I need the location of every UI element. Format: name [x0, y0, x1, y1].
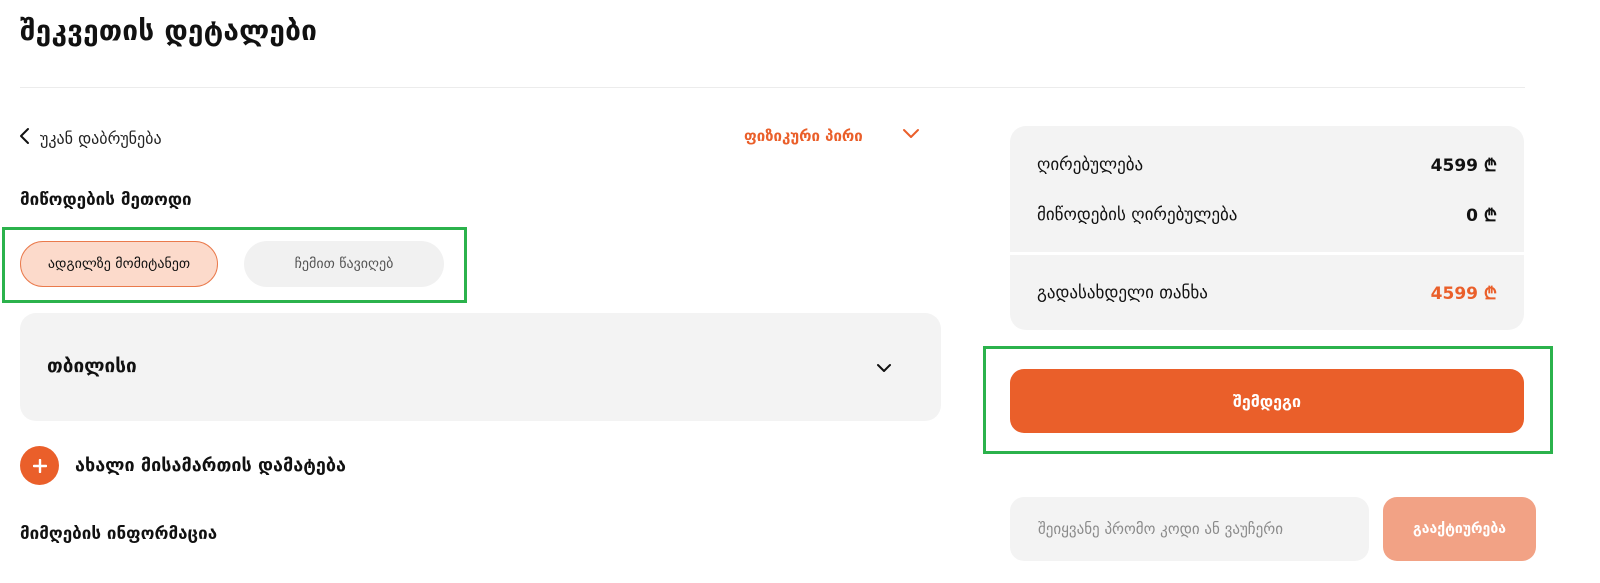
- total-label: გადასახდელი თანხა: [1037, 282, 1208, 303]
- total-value: 4599 ₾: [1430, 284, 1497, 304]
- add-address-label: ახალი მისამართის დამატება: [75, 455, 346, 476]
- back-link[interactable]: უკან დაბრუნება: [18, 127, 162, 149]
- back-link-label: უკან დაბრუნება: [40, 128, 162, 148]
- price-row: ღირებულება 4599 ₾: [1037, 153, 1497, 177]
- chevron-left-icon: [18, 127, 32, 149]
- delivery-cost-label: მიწოდების ღირებულება: [1037, 204, 1238, 225]
- chevron-down-icon: [901, 127, 921, 145]
- receiver-info-title: მიმღების ინფორმაცია: [20, 524, 218, 544]
- delivery-cost-value: 0 ₾: [1466, 206, 1497, 226]
- delivery-method-title: მიწოდების მეთოდი: [20, 190, 192, 210]
- total-row: გადასახდელი თანხა 4599 ₾: [1037, 281, 1497, 305]
- activate-promo-button[interactable]: გააქტიურება: [1383, 497, 1536, 561]
- promo-code-input[interactable]: [1010, 497, 1369, 561]
- page-title: შეკვეთის დეტალები: [20, 14, 318, 47]
- person-type-dropdown[interactable]: ფიზიკური პირი: [744, 127, 921, 145]
- add-address-button[interactable]: ახალი მისამართის დამატება: [20, 446, 346, 485]
- plus-icon: [20, 446, 59, 485]
- delivery-cost-row: მიწოდების ღირებულება 0 ₾: [1037, 203, 1497, 227]
- order-summary: ღირებულება 4599 ₾ მიწოდების ღირებულება 0…: [1010, 126, 1524, 330]
- person-type-label: ფიზიკური პირი: [744, 127, 863, 145]
- header-divider: [20, 87, 1525, 88]
- summary-total-panel: გადასახდელი თანხა 4599 ₾: [1010, 255, 1524, 330]
- summary-costs-panel: ღირებულება 4599 ₾ მიწოდების ღირებულება 0…: [1010, 126, 1524, 252]
- city-select[interactable]: თბილისი: [20, 313, 941, 421]
- city-select-value: თბილისი: [47, 355, 137, 377]
- delivery-option-pickup[interactable]: ჩემით წავიღებ: [244, 241, 444, 287]
- price-label: ღირებულება: [1037, 154, 1144, 175]
- next-button[interactable]: შემდეგი: [1010, 369, 1524, 433]
- delivery-option-courier[interactable]: ადგილზე მომიტანეთ: [20, 241, 218, 287]
- price-value: 4599 ₾: [1430, 156, 1497, 176]
